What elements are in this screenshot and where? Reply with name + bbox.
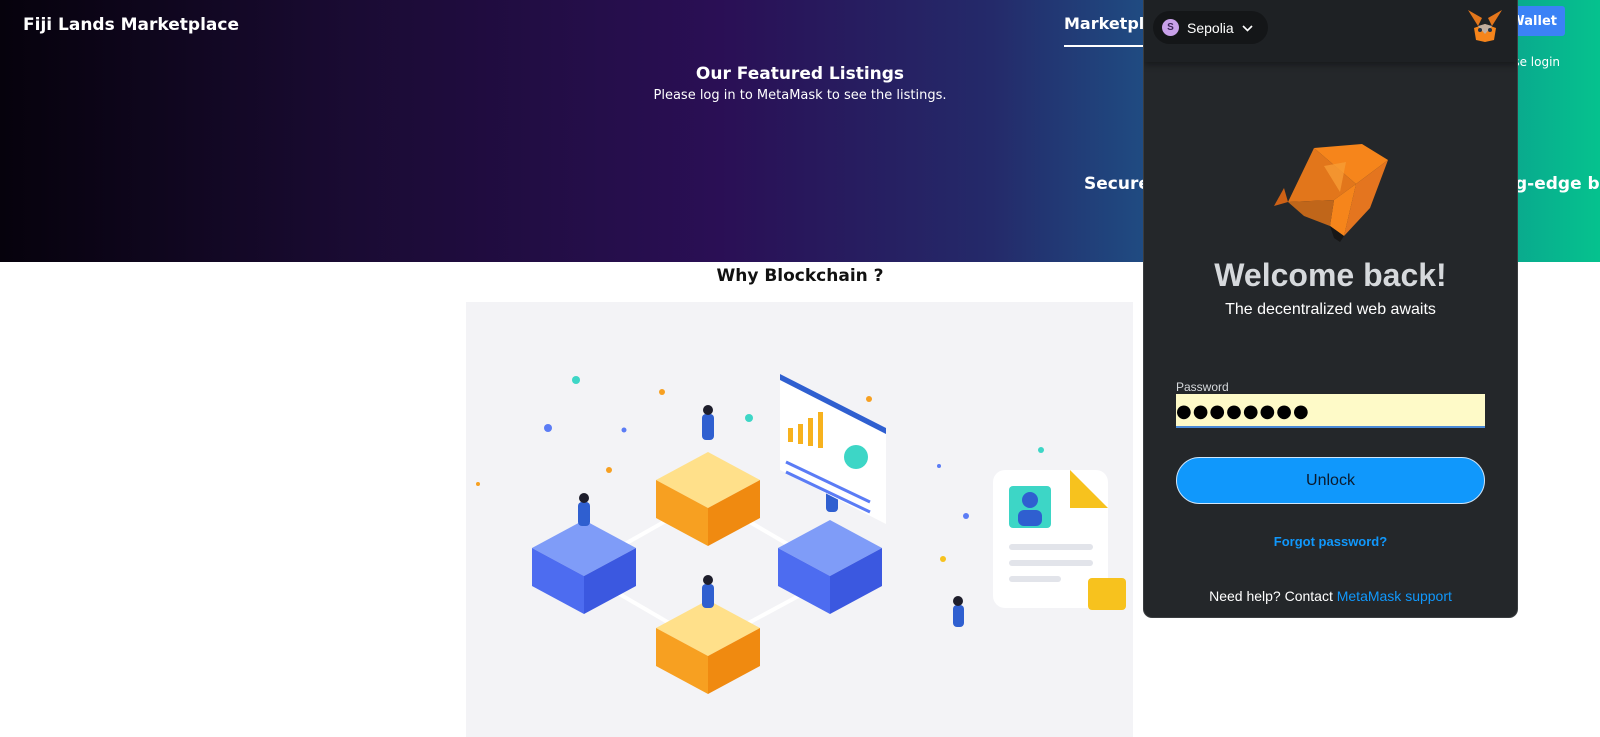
metamask-top-bar: S Sepolia: [1144, 0, 1517, 62]
network-avatar-icon: S: [1162, 19, 1179, 36]
network-name: Sepolia: [1187, 19, 1234, 36]
metamask-fox-icon: [1466, 8, 1504, 44]
welcome-heading: Welcome back!: [1214, 257, 1447, 293]
blockchain-network-image: [476, 374, 1126, 694]
hero-tagline-left: Secure: [1084, 174, 1150, 194]
blockchain-illustration: [466, 302, 1133, 737]
network-selector[interactable]: S Sepolia: [1153, 11, 1268, 44]
password-label: Password: [1176, 380, 1229, 394]
brand-logo-text[interactable]: Fiji Lands Marketplace: [23, 15, 239, 35]
help-text: Need help? Contact MetaMask support: [1144, 588, 1517, 604]
hero-tagline-right: g-edge bl: [1515, 174, 1600, 194]
help-prefix-text: Need help? Contact: [1209, 588, 1337, 604]
metamask-fox-logo-icon: [1274, 142, 1392, 244]
metamask-support-link[interactable]: MetaMask support: [1337, 588, 1452, 604]
unlock-button[interactable]: Unlock: [1176, 457, 1485, 504]
password-input[interactable]: [1176, 394, 1485, 428]
metamask-popup: S Sepolia Welcome back! The decentralize…: [1144, 0, 1517, 617]
welcome-subtitle: The decentralized web awaits: [1225, 301, 1436, 318]
forgot-password-link[interactable]: Forgot password?: [1144, 534, 1517, 549]
chevron-down-icon: [1242, 21, 1253, 35]
